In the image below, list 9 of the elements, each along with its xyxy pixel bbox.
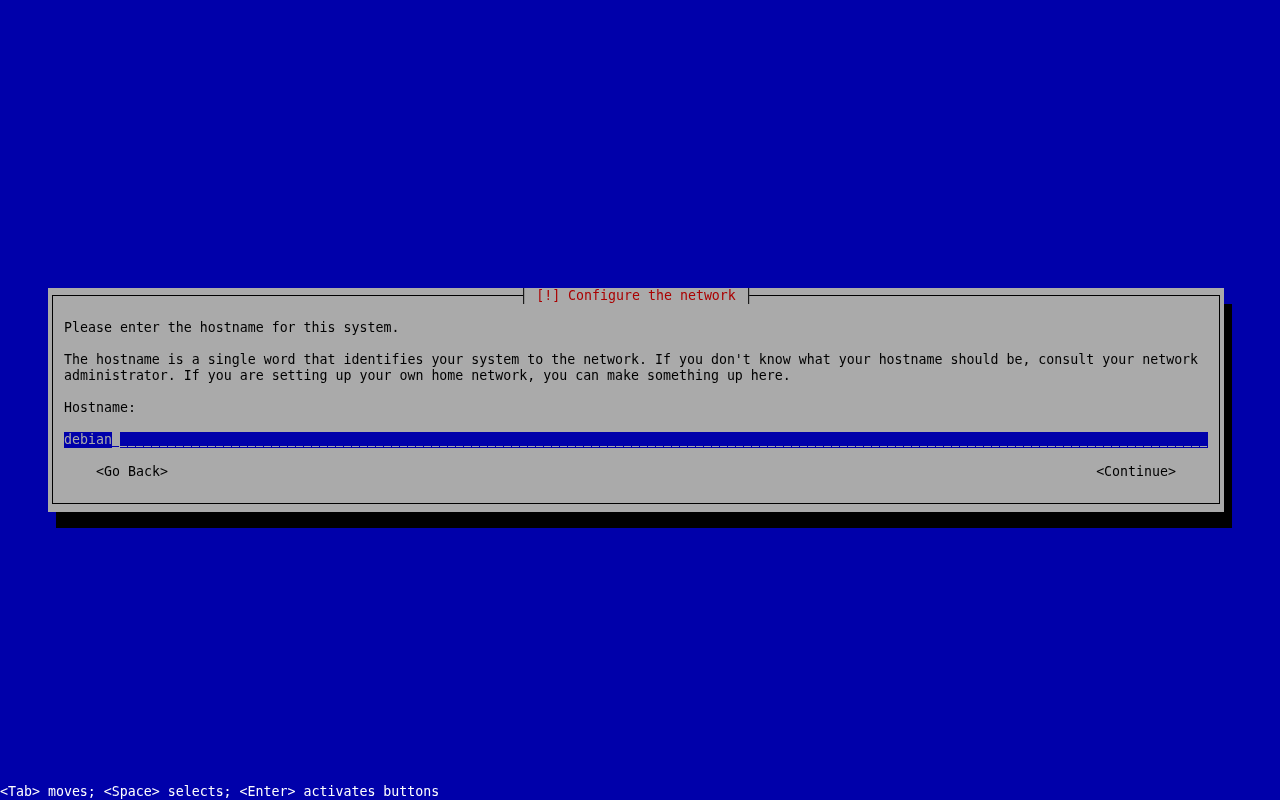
hostname-input-field[interactable]: debian [64,432,1208,448]
go-back-button[interactable]: <Go Back> [96,464,168,480]
dialog-text: The hostname is a single word that identifies your system to the network. If you don't know what your hostname should be, consult your network administrator. If you are setting up your own home network, you can make something up here. [64,352,1200,384]
text-cursor-icon [111,432,120,448]
key-hint-text: <Tab> moves; <Space> selects; <Enter> activates buttons [0,784,440,800]
field-label: Hostname: [64,400,136,416]
dialog-title: [!] Configure the network [523,288,749,304]
dialog-text: Please enter the hostname for this system. [64,320,401,336]
continue-button[interactable]: <Continue> [1096,464,1176,480]
